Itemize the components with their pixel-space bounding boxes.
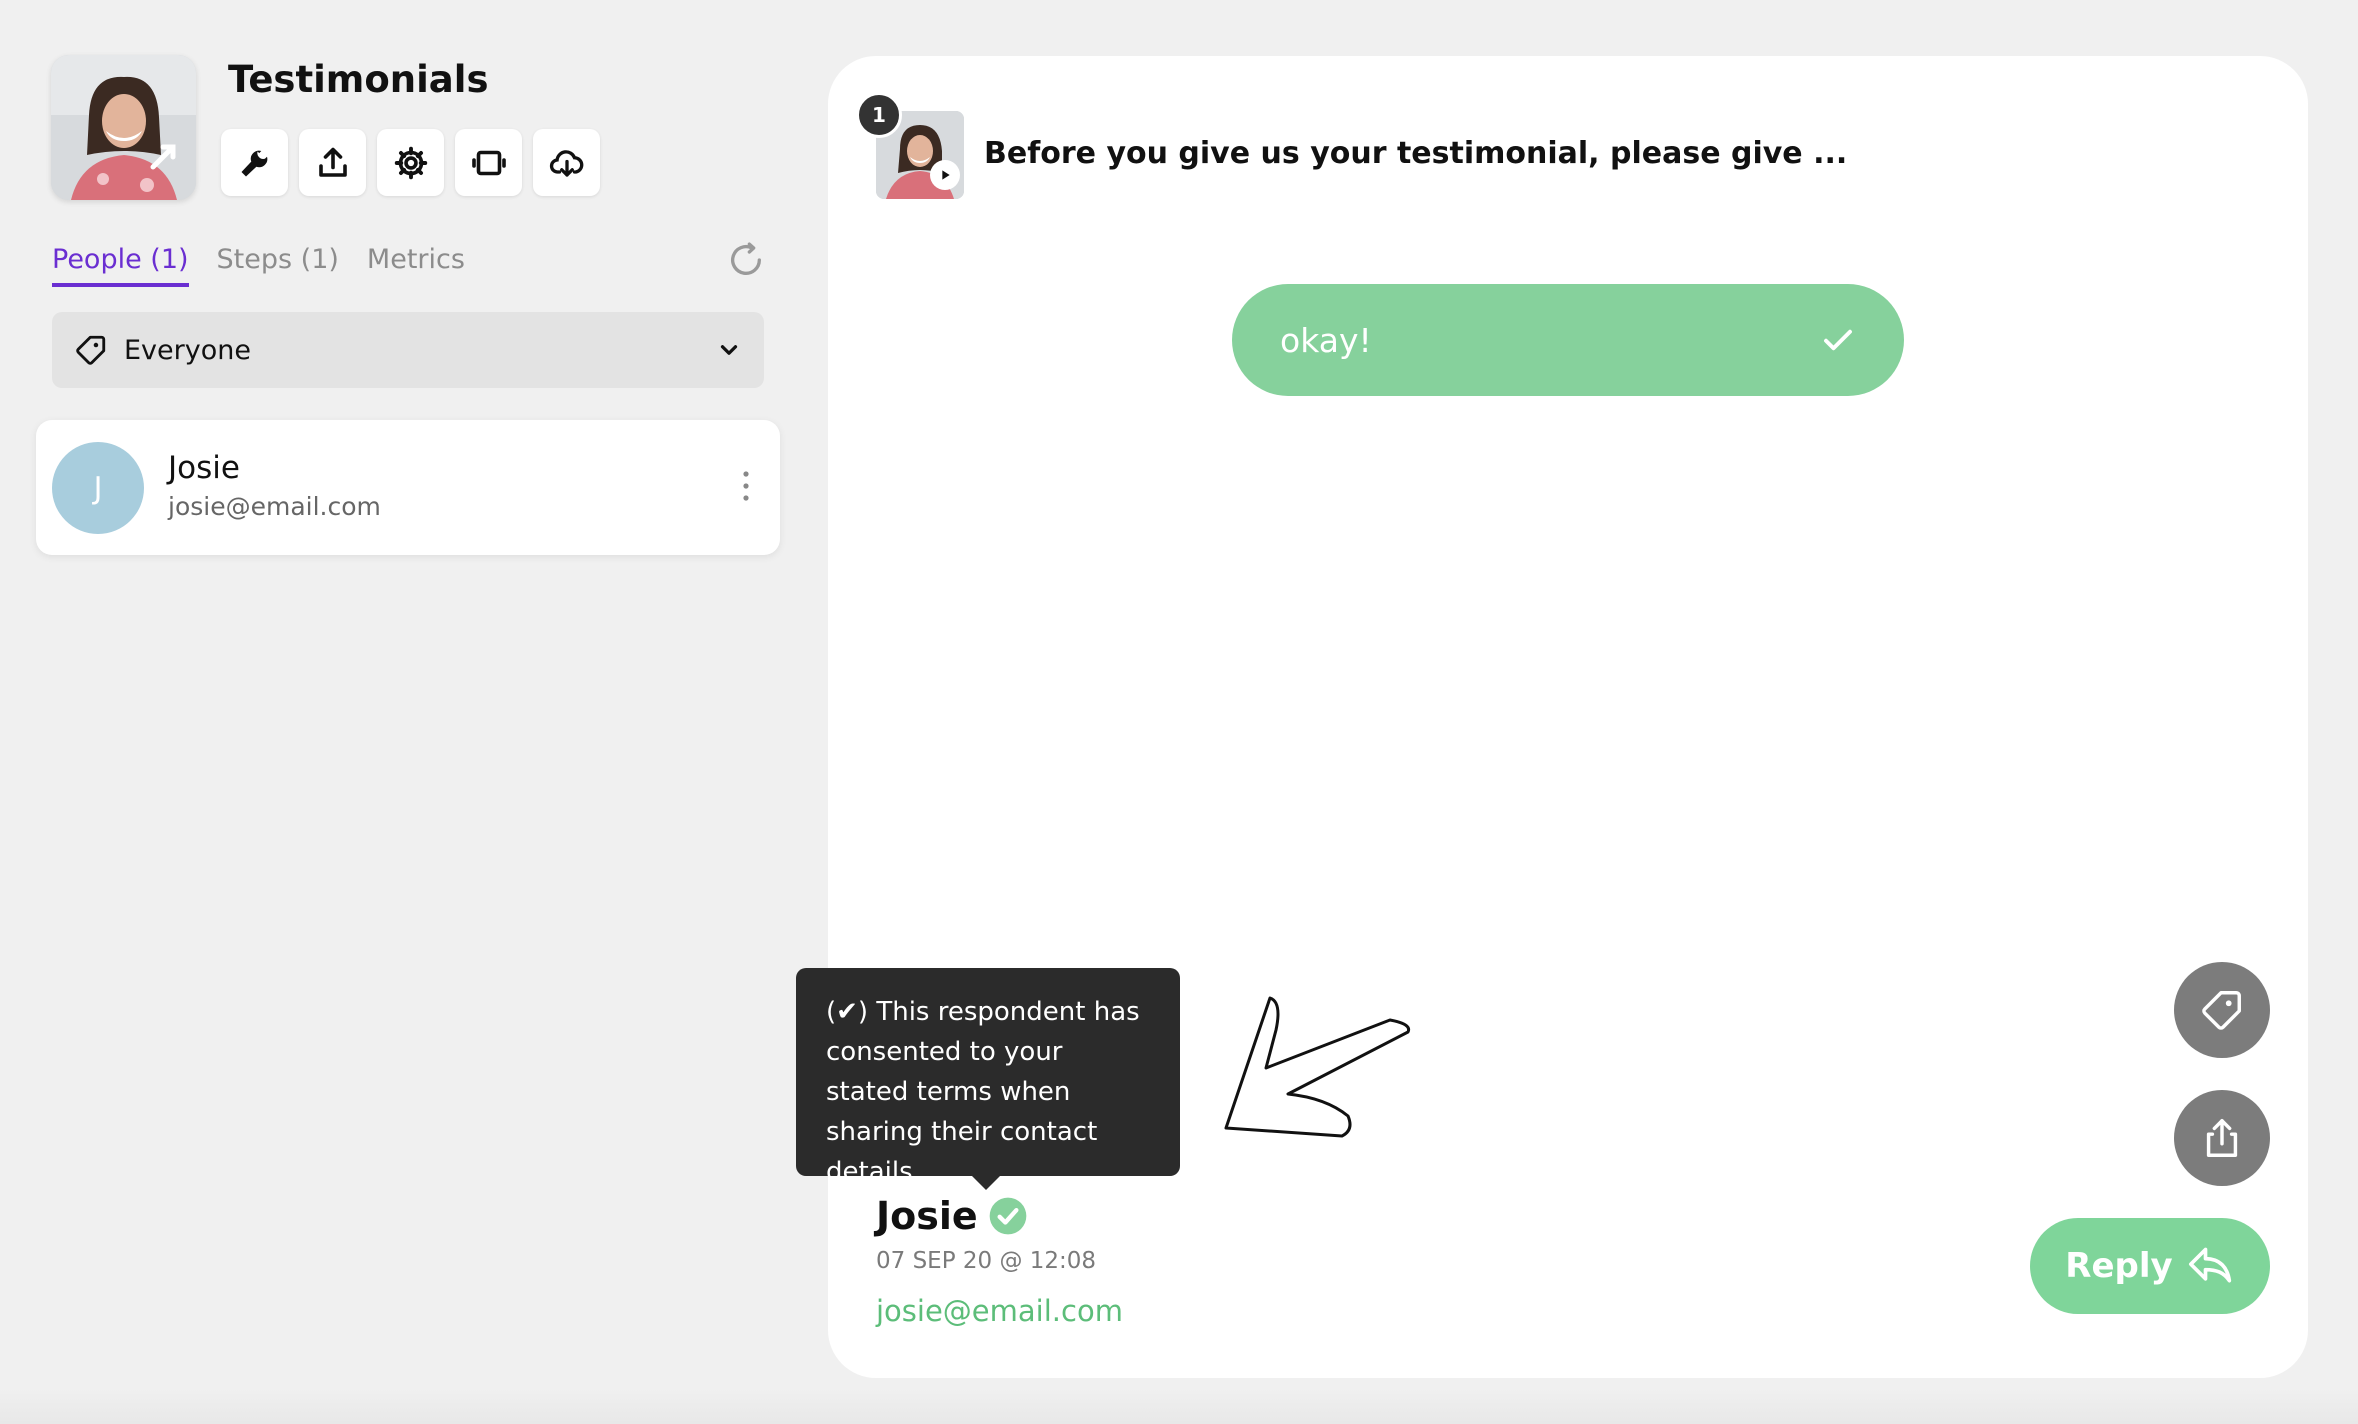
embed-button[interactable] — [455, 129, 522, 196]
play-icon — [930, 160, 960, 190]
tab-metrics[interactable]: Metrics — [367, 244, 465, 287]
wrench-icon — [241, 150, 267, 176]
toolbar — [221, 129, 600, 196]
response-panel: 1 Before you give us your testimonial, p… — [828, 56, 2308, 1378]
person-email: josie@email.com — [168, 492, 381, 521]
upload-icon — [318, 147, 347, 177]
page-footer-edge — [0, 1388, 2358, 1424]
tab-steps[interactable]: Steps (1) — [217, 244, 339, 287]
person-photo — [51, 55, 196, 200]
reply-label: Reply — [2065, 1246, 2173, 1286]
refresh-icon[interactable] — [726, 240, 766, 280]
step-number-badge: 1 — [856, 92, 902, 138]
reply-button[interactable]: Reply — [2030, 1218, 2270, 1314]
settings-button[interactable] — [377, 129, 444, 196]
annotation-arrow-icon — [1224, 996, 1411, 1138]
respondent-email-link[interactable]: josie@email.com — [876, 1294, 1123, 1328]
share-response-button[interactable] — [2174, 1090, 2270, 1186]
respondent-name-row: Josie — [876, 1194, 1028, 1238]
more-options-icon[interactable] — [736, 464, 756, 508]
consent-check-icon[interactable] — [988, 1196, 1028, 1236]
response-date: 07 SEP 20 @ 12:08 — [876, 1248, 1097, 1274]
reply-arrow-icon — [2188, 1247, 2231, 1283]
check-icon — [1824, 329, 1852, 351]
tab-bar: People (1) Steps (1) Metrics — [52, 244, 465, 287]
tag-icon — [2202, 991, 2241, 1030]
tag-icon — [76, 335, 106, 365]
answer-text: okay! — [1280, 320, 1372, 360]
download-button[interactable] — [533, 129, 600, 196]
left-panel: Testimonials People (1) Steps (1) Metric… — [0, 0, 800, 1424]
filter-label: Everyone — [124, 334, 251, 366]
step-question: Before you give us your testimonial, ple… — [984, 136, 1848, 171]
person-list-item[interactable]: J Josie josie@email.com — [36, 420, 780, 555]
share-icon — [2206, 1119, 2238, 1157]
audience-filter-dropdown[interactable]: Everyone — [52, 312, 764, 388]
tag-button[interactable] — [2174, 962, 2270, 1058]
settings-tools-button[interactable] — [221, 129, 288, 196]
chevron-down-icon — [720, 345, 738, 355]
gear-icon — [394, 146, 427, 179]
respondent-name: Josie — [876, 1194, 978, 1238]
answer-bubble: okay! — [1232, 284, 1904, 396]
tab-people[interactable]: People (1) — [52, 244, 189, 287]
person-name: Josie — [168, 450, 240, 486]
avatar: J — [52, 442, 144, 534]
cloud-download-icon — [549, 149, 583, 177]
embed-icon — [471, 150, 506, 175]
project-thumbnail[interactable] — [51, 55, 196, 200]
share-button[interactable] — [299, 129, 366, 196]
app-title: Testimonials — [228, 58, 489, 101]
consent-tooltip: (✔) This respondent has consented to you… — [796, 968, 1180, 1190]
